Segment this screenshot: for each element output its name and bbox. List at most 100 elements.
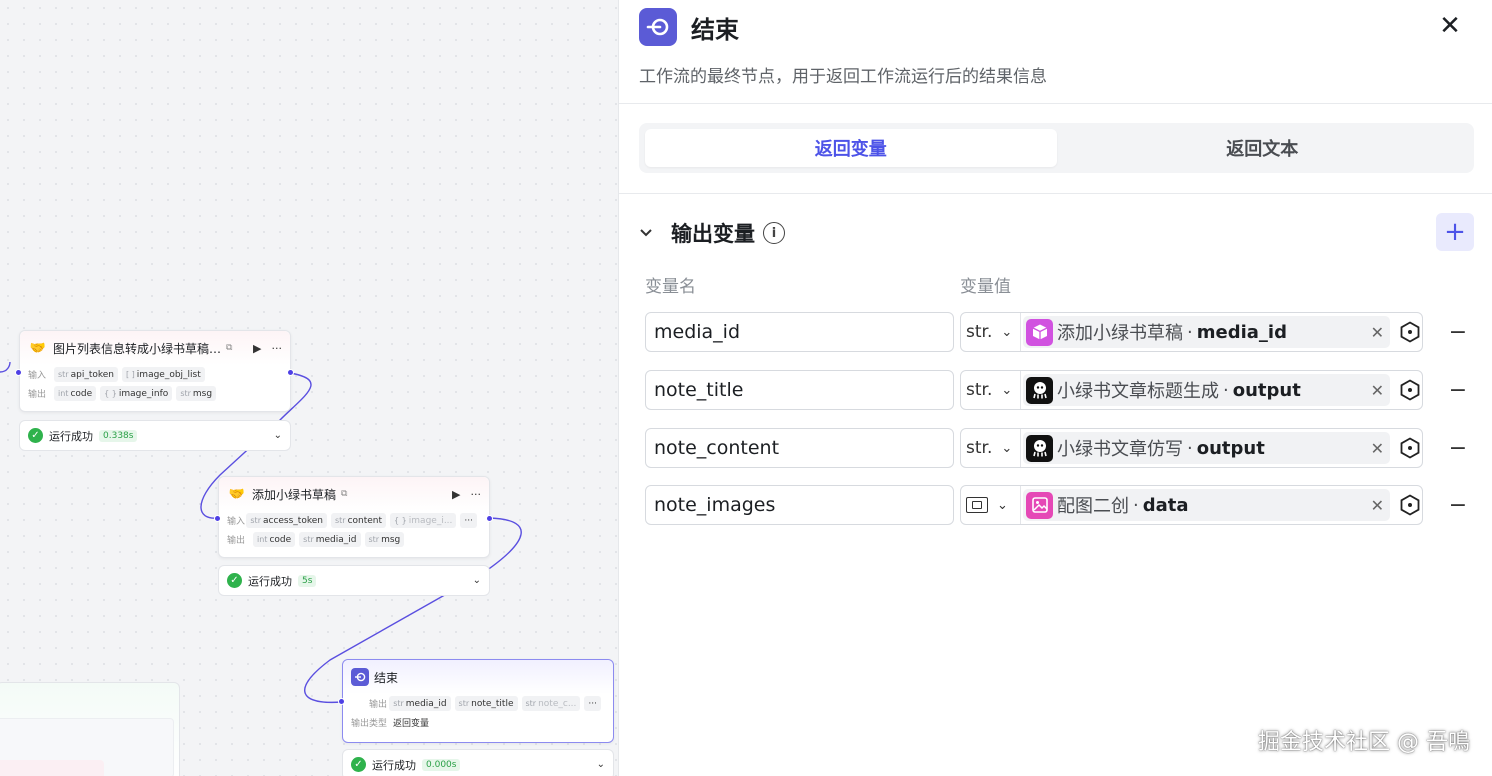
input-port[interactable] bbox=[214, 515, 221, 522]
input-port[interactable] bbox=[338, 698, 345, 705]
chevron-down-icon: ⌄ bbox=[997, 497, 1008, 513]
reference-chip[interactable]: 小绿书文章标题生成 · output ✕ bbox=[1023, 374, 1390, 406]
remove-variable-button[interactable]: − bbox=[1443, 375, 1473, 405]
run-status-bar[interactable]: ✓ 运行成功 0.338s ⌄ bbox=[19, 420, 291, 451]
output-variables-header[interactable]: 输出变量 i + bbox=[639, 213, 1474, 253]
variable-row: str. ⌄ 小绿书文章仿写 · output ✕ − bbox=[645, 428, 1485, 468]
end-node-settings-panel: 结束 ✕ 工作流的最终节点，用于返回工作流运行后的结果信息 返回变量 返回文本 … bbox=[618, 0, 1492, 776]
plugin-icon: ⧉ bbox=[341, 489, 348, 499]
output-port[interactable] bbox=[287, 369, 294, 376]
llm-icon bbox=[1026, 376, 1053, 404]
divider bbox=[619, 193, 1492, 194]
variable-name-input[interactable] bbox=[645, 370, 954, 410]
type-label: str. bbox=[966, 322, 993, 342]
clear-icon[interactable]: ✕ bbox=[1371, 323, 1384, 342]
remove-variable-button[interactable]: − bbox=[1443, 490, 1473, 520]
workflow-node-end[interactable]: 结束 输出 str media_id str note_title str note_… bbox=[342, 659, 614, 743]
run-status-bar[interactable]: ✓ 运行成功 0.000s ⌄ bbox=[342, 749, 614, 776]
image-type-icon bbox=[966, 497, 988, 513]
reference-field-name: output bbox=[1196, 437, 1265, 459]
io-tag: str note_title bbox=[454, 696, 518, 711]
variable-value-field: ⌄ 配图二创 · data ✕ bbox=[960, 485, 1423, 525]
output-type-label: 输出类型 bbox=[351, 719, 388, 729]
close-icon[interactable]: ✕ bbox=[1436, 11, 1464, 41]
reference-field-name: media_id bbox=[1196, 321, 1287, 343]
more-icon[interactable]: ··· bbox=[272, 342, 283, 355]
more-icon[interactable]: ··· bbox=[471, 488, 482, 501]
more-icon[interactable]: ··· bbox=[584, 696, 601, 711]
variable-row: str. ⌄ 小绿书文章标题生成 · output ✕ − bbox=[645, 370, 1485, 410]
add-variable-button[interactable]: + bbox=[1436, 213, 1474, 251]
variable-value-field: str. ⌄ 添加小绿书草稿 · media_id ✕ bbox=[960, 312, 1423, 352]
run-icon[interactable]: ▶ bbox=[452, 488, 460, 501]
tab-return-variables[interactable]: 返回变量 bbox=[645, 129, 1057, 167]
io-tag: str content bbox=[330, 513, 387, 528]
variable-picker-icon[interactable] bbox=[1398, 436, 1422, 460]
chevron-down-icon[interactable]: ⌄ bbox=[274, 430, 282, 441]
reference-field-name: output bbox=[1232, 379, 1301, 401]
chevron-down-icon[interactable] bbox=[639, 224, 657, 242]
run-icon[interactable]: ▶ bbox=[253, 342, 261, 355]
workflow-node-convert[interactable]: 🤝 图片列表信息转成小绿书草稿… ⧉ ▶ ··· 输入 str api_token… bbox=[19, 330, 291, 412]
variable-row: str. ⌄ 添加小绿书草稿 · media_id ✕ − bbox=[645, 312, 1485, 352]
io-tag: { } image_i... bbox=[390, 513, 457, 528]
status-text: 运行成功 bbox=[372, 758, 416, 772]
reference-chip[interactable]: 小绿书文章仿写 · output ✕ bbox=[1023, 432, 1390, 464]
type-select[interactable]: str. ⌄ bbox=[961, 313, 1021, 351]
io-tag: str media_id bbox=[389, 696, 451, 711]
plugin-icon: ⧉ bbox=[226, 343, 233, 353]
clear-icon[interactable]: ✕ bbox=[1371, 439, 1384, 458]
reference-node-name: 添加小绿书草稿 bbox=[1057, 323, 1183, 344]
handshake-icon: 🤝 bbox=[29, 340, 47, 356]
column-header-name: 变量名 bbox=[645, 277, 696, 297]
chevron-down-icon: ⌄ bbox=[1001, 440, 1013, 456]
io-tag: str access_token bbox=[246, 513, 327, 528]
llm-icon bbox=[1026, 434, 1053, 462]
chevron-down-icon[interactable]: ⌄ bbox=[473, 575, 481, 586]
input-label: 输入 bbox=[28, 371, 47, 381]
output-label: 输出 bbox=[28, 390, 47, 400]
tab-return-text[interactable]: 返回文本 bbox=[1057, 129, 1469, 167]
reference-chip[interactable]: 添加小绿书草稿 · media_id ✕ bbox=[1023, 316, 1390, 348]
reference-node-name: 配图二创 bbox=[1057, 496, 1129, 517]
clear-icon[interactable]: ✕ bbox=[1371, 381, 1384, 400]
run-status-bar[interactable]: ✓ 运行成功 5s ⌄ bbox=[218, 565, 490, 596]
variable-picker-icon[interactable] bbox=[1398, 493, 1422, 517]
node-title: 结束 bbox=[374, 670, 399, 685]
node-title: 图片列表信息转成小绿书草稿… bbox=[53, 341, 221, 356]
variable-picker-icon[interactable] bbox=[1398, 320, 1422, 344]
chevron-down-icon[interactable]: ⌄ bbox=[597, 759, 605, 770]
variable-name-input[interactable] bbox=[645, 485, 954, 525]
more-icon[interactable]: ··· bbox=[460, 513, 477, 528]
io-tag: str msg bbox=[176, 386, 217, 401]
remove-variable-button[interactable]: − bbox=[1443, 433, 1473, 463]
io-tag: str media_id bbox=[299, 532, 361, 547]
variable-picker-icon[interactable] bbox=[1398, 378, 1422, 402]
status-text: 运行成功 bbox=[248, 574, 292, 588]
image-gen-icon bbox=[1026, 491, 1053, 519]
type-select[interactable]: str. ⌄ bbox=[961, 429, 1021, 467]
variable-value-field: str. ⌄ 小绿书文章仿写 · output ✕ bbox=[960, 428, 1423, 468]
type-select[interactable]: str. ⌄ bbox=[961, 371, 1021, 409]
output-type-value: 返回变量 bbox=[393, 719, 430, 729]
info-icon[interactable]: i bbox=[763, 222, 785, 244]
clear-icon[interactable]: ✕ bbox=[1371, 496, 1384, 515]
variable-row: ⌄ 配图二创 · data ✕ − bbox=[645, 485, 1485, 525]
io-tag: str note_c... bbox=[521, 696, 581, 711]
workflow-canvas[interactable]: 🤝 图片列表信息转成小绿书草稿… ⧉ ▶ ··· 输入 str api_token… bbox=[0, 0, 618, 776]
variable-name-input[interactable] bbox=[645, 312, 954, 352]
status-text: 运行成功 bbox=[49, 429, 93, 443]
io-tag: str msg bbox=[364, 532, 405, 547]
node-title: 添加小绿书草稿 bbox=[252, 487, 337, 502]
input-port[interactable] bbox=[15, 369, 22, 376]
remove-variable-button[interactable]: − bbox=[1443, 317, 1473, 347]
variable-name-input[interactable] bbox=[645, 428, 954, 468]
io-tag: [ ] image_obj_list bbox=[122, 367, 205, 382]
type-select[interactable]: ⌄ bbox=[961, 486, 1021, 524]
chevron-down-icon: ⌄ bbox=[1001, 382, 1013, 398]
reference-chip[interactable]: 配图二创 · data ✕ bbox=[1023, 489, 1390, 521]
output-port[interactable] bbox=[486, 515, 493, 522]
success-check-icon: ✓ bbox=[351, 757, 366, 772]
workflow-node-add-draft[interactable]: 🤝 添加小绿书草稿 ⧉ ▶ ··· 输入 str access_token str… bbox=[218, 476, 490, 558]
column-header-value: 变量值 bbox=[960, 277, 1011, 297]
